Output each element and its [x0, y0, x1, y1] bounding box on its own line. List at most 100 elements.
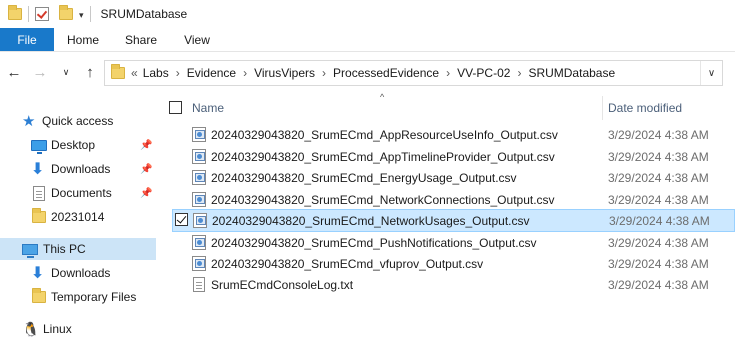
file-name: 20240329043820_SrumECmd_vfuprov_Output.c…	[211, 257, 484, 271]
file-date: 3/29/2024 4:38 AM	[608, 278, 709, 292]
breadcrumb-item[interactable]: Labs	[143, 66, 169, 80]
sidebar-item-label: Temporary Files	[51, 290, 137, 304]
download-icon: ⬇	[31, 265, 45, 282]
sidebar-item-label: Linux	[43, 322, 72, 336]
csv-file-icon	[192, 149, 206, 164]
sidebar-item-label: Documents	[51, 186, 112, 200]
file-name: 20240329043820_SrumECmd_NetworkUsages_Ou…	[212, 214, 530, 228]
recent-locations-icon[interactable]: ∨	[58, 61, 74, 83]
file-date: 3/29/2024 4:38 AM	[608, 257, 709, 271]
file-name: 20240329043820_SrumECmd_EnergyUsage_Outp…	[211, 171, 517, 185]
back-arrow-icon[interactable]: ←	[4, 61, 24, 83]
breadcrumb-item[interactable]: VirusVipers	[254, 66, 315, 80]
file-row[interactable]: SrumECmdConsoleLog.txt 3/29/2024 4:38 AM	[172, 274, 735, 295]
file-date: 3/29/2024 4:38 AM	[608, 193, 709, 207]
sidebar-item-label: This PC	[43, 242, 86, 256]
file-name: 20240329043820_SrumECmd_PushNotification…	[211, 236, 537, 250]
file-name: 20240329043820_SrumECmd_AppResourceUseIn…	[211, 128, 558, 142]
sidebar-item-desktop[interactable]: Desktop 📌	[0, 134, 156, 156]
toolbar-divider	[28, 6, 29, 22]
document-icon	[33, 185, 45, 201]
sidebar-item-label: Downloads	[51, 162, 111, 176]
sidebar-item-label: Desktop	[51, 138, 96, 152]
csv-file-icon	[192, 256, 206, 271]
chevron-right-icon[interactable]: ›	[517, 66, 521, 80]
column-header-name[interactable]: Name	[192, 101, 224, 115]
sidebar-item-label: Quick access	[42, 114, 114, 128]
chevron-right-icon[interactable]: ›	[176, 66, 180, 80]
sidebar-item-20231014[interactable]: 20231014	[0, 206, 156, 228]
file-row[interactable]: 20240329043820_SrumECmd_NetworkConnectio…	[172, 189, 735, 210]
sidebar-item-pc-downloads[interactable]: ⬇ Downloads	[0, 262, 156, 284]
title-bar: ▾ SRUMDatabase	[0, 0, 735, 28]
column-header-row: Name Date modified	[156, 96, 735, 120]
column-header-date-modified[interactable]: Date modified	[608, 101, 682, 115]
breadcrumb-item[interactable]: VV-PC-02	[457, 66, 510, 80]
new-folder-icon[interactable]	[59, 5, 73, 20]
file-list: ^ Name Date modified 20240329043820_Srum…	[156, 92, 735, 343]
breadcrumb-item[interactable]: ProcessedEvidence	[333, 66, 439, 80]
pin-icon[interactable]: 📌	[140, 188, 152, 199]
sidebar-item-downloads[interactable]: ⬇ Downloads 📌	[0, 158, 156, 180]
file-row[interactable]: 20240329043820_SrumECmd_vfuprov_Output.c…	[172, 253, 735, 274]
csv-file-icon	[192, 192, 206, 207]
folder-icon	[111, 64, 125, 79]
desktop-icon	[31, 139, 47, 154]
file-row[interactable]: 20240329043820_SrumECmd_AppTimelineProvi…	[172, 146, 735, 167]
tab-view[interactable]: View	[170, 28, 224, 51]
text-file-icon	[193, 277, 205, 292]
sidebar-item-label: 20231014	[51, 210, 105, 224]
chevron-right-icon[interactable]: ›	[243, 66, 247, 80]
sidebar-item-label: Downloads	[51, 266, 111, 280]
overflow-chevron-icon[interactable]: «	[131, 66, 138, 80]
file-row-selected[interactable]: 20240329043820_SrumECmd_NetworkUsages_Ou…	[172, 209, 735, 232]
csv-file-icon	[192, 170, 206, 185]
file-date: 3/29/2024 4:38 AM	[608, 150, 709, 164]
column-divider[interactable]	[602, 96, 603, 120]
tab-home[interactable]: Home	[54, 28, 112, 51]
chevron-right-icon[interactable]: ›	[322, 66, 326, 80]
file-row[interactable]: 20240329043820_SrumECmd_PushNotification…	[172, 232, 735, 253]
csv-file-icon	[192, 235, 206, 250]
star-icon: ★	[22, 113, 36, 130]
window-title: SRUMDatabase	[100, 7, 188, 21]
csv-file-icon	[192, 127, 206, 142]
up-arrow-icon[interactable]: ↑	[80, 61, 100, 83]
file-date: 3/29/2024 4:38 AM	[608, 236, 709, 250]
folder-icon[interactable]	[8, 5, 22, 20]
customize-toolbar-icon[interactable]: ▾	[79, 10, 84, 21]
chevron-right-icon[interactable]: ›	[446, 66, 450, 80]
linux-penguin-icon: 🐧	[22, 320, 40, 337]
pin-icon[interactable]: 📌	[140, 140, 152, 151]
sidebar-item-temporary-files[interactable]: Temporary Files	[0, 286, 156, 308]
file-date: 3/29/2024 4:38 AM	[608, 171, 709, 185]
sidebar-item-this-pc[interactable]: This PC	[0, 238, 156, 260]
breadcrumb: « Labs › Evidence › VirusVipers › Proces…	[131, 66, 615, 80]
file-date: 3/29/2024 4:38 AM	[608, 128, 709, 142]
sidebar-item-documents[interactable]: Documents 📌	[0, 182, 156, 204]
navigation-pane: ★ Quick access Desktop 📌 ⬇ Downloads 📌 D…	[0, 92, 156, 343]
tab-file[interactable]: File	[0, 28, 54, 51]
breadcrumb-item[interactable]: SRUMDatabase	[528, 66, 615, 80]
sidebar-item-linux[interactable]: 🐧 Linux	[0, 318, 156, 340]
file-row[interactable]: 20240329043820_SrumECmd_AppResourceUseIn…	[172, 124, 735, 145]
address-dropdown-icon[interactable]: ∨	[700, 61, 722, 85]
file-row[interactable]: 20240329043820_SrumECmd_EnergyUsage_Outp…	[172, 167, 735, 188]
navigation-bar: ← → ∨ ↑ « Labs › Evidence › VirusVipers …	[0, 52, 735, 92]
sidebar-item-quick-access[interactable]: ★ Quick access	[0, 110, 156, 132]
ribbon-tabs: File Home Share View	[0, 28, 735, 52]
tab-share[interactable]: Share	[112, 28, 170, 51]
file-name: 20240329043820_SrumECmd_NetworkConnectio…	[211, 193, 555, 207]
download-icon: ⬇	[31, 161, 45, 178]
folder-icon	[32, 208, 46, 223]
select-all-checkbox[interactable]	[169, 101, 182, 114]
row-checkbox[interactable]	[175, 213, 188, 226]
pin-icon[interactable]: 📌	[140, 164, 152, 175]
toolbar-divider	[89, 6, 91, 22]
address-bar[interactable]: « Labs › Evidence › VirusVipers › Proces…	[104, 60, 723, 86]
quick-access-toolbar: ▾	[0, 0, 97, 28]
breadcrumb-item[interactable]: Evidence	[187, 66, 236, 80]
forward-arrow-icon[interactable]: →	[30, 61, 50, 83]
properties-icon[interactable]	[35, 7, 49, 21]
file-date: 3/29/2024 4:38 AM	[609, 214, 710, 228]
